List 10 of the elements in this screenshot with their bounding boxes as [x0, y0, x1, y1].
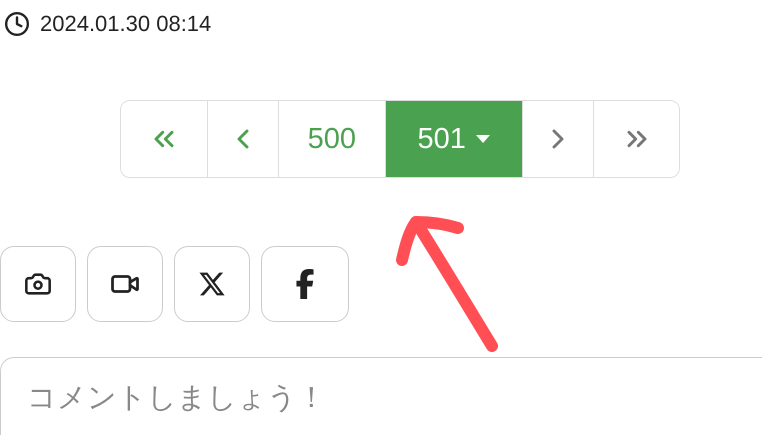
x-share-button[interactable] [174, 246, 250, 322]
video-share-button[interactable] [87, 246, 163, 322]
caret-icon [476, 135, 490, 143]
comment-field[interactable]: コメントしましょう！ [0, 357, 762, 435]
timestamp: 2024.01.30 08:14 [40, 11, 212, 37]
page-button[interactable]: 501 [384, 101, 522, 177]
camera-share-button[interactable] [0, 246, 76, 322]
x-logo-icon [198, 270, 226, 298]
facebook-share-button[interactable] [261, 246, 349, 322]
clock-icon [4, 11, 30, 37]
